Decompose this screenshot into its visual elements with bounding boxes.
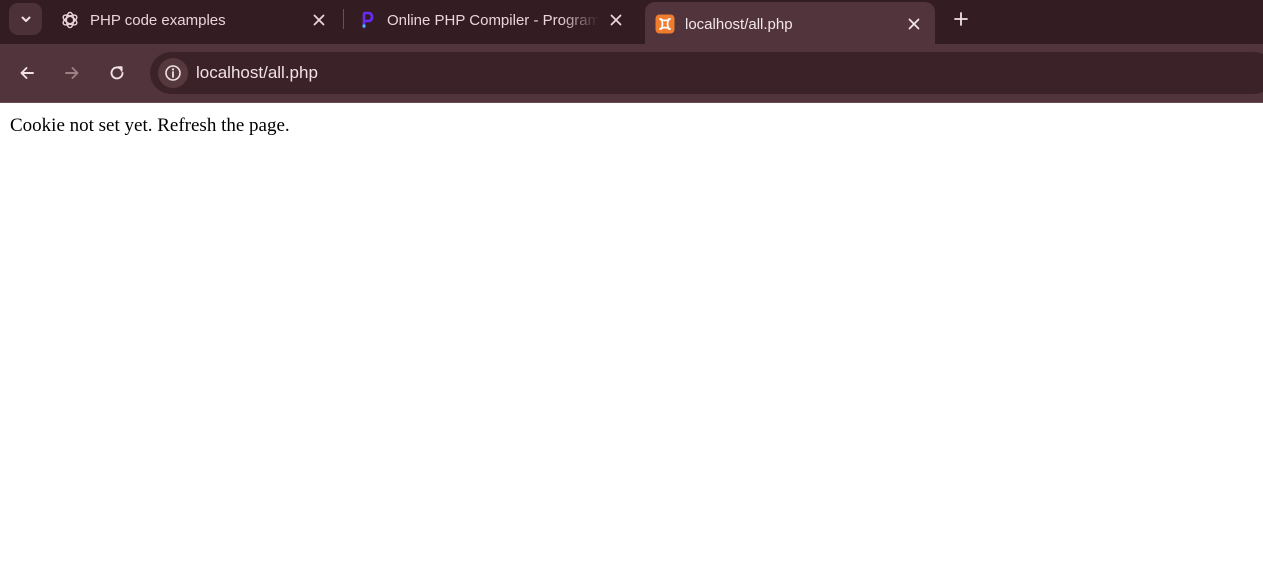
reload-icon [110,66,124,80]
tab-search-button[interactable] [9,3,42,35]
chevron-down-icon [21,16,30,22]
tab-php-code-examples[interactable]: PHP code examples [50,0,340,40]
forward-arrow-icon [65,67,79,79]
reload-button[interactable] [103,59,131,87]
toolbar: localhost/all.php [0,44,1263,103]
info-icon [165,65,181,81]
tab-divider [343,9,344,29]
tab-title: Online PHP Compiler - Programiz [387,11,599,29]
tab-title: localhost/all.php [685,15,793,33]
url-text[interactable]: localhost/all.php [196,63,318,83]
back-button[interactable] [13,59,41,87]
site-info-button[interactable] [158,58,188,88]
tab-online-php-compiler[interactable]: Online PHP Compiler - Programiz [347,0,637,40]
close-tab-icon[interactable] [308,9,330,31]
tab-localhost-all-php[interactable]: localhost/all.php [645,2,935,46]
xampp-icon [655,14,675,34]
plus-icon [954,12,968,26]
tab-strip: PHP code examples Online PHP Compiler - … [0,0,1263,46]
forward-button[interactable] [58,59,86,87]
programiz-icon [357,10,377,30]
back-arrow-icon [20,67,34,79]
close-tab-icon[interactable] [605,9,627,31]
close-tab-icon[interactable] [903,13,925,35]
openai-icon [60,10,80,30]
new-tab-button[interactable] [948,6,974,32]
page-message: Cookie not set yet. Refresh the page. [10,115,290,136]
page-content: Cookie not set yet. Refresh the page. [0,103,1263,580]
tab-title: PHP code examples [90,11,226,29]
address-bar[interactable]: localhost/all.php [150,52,1263,94]
